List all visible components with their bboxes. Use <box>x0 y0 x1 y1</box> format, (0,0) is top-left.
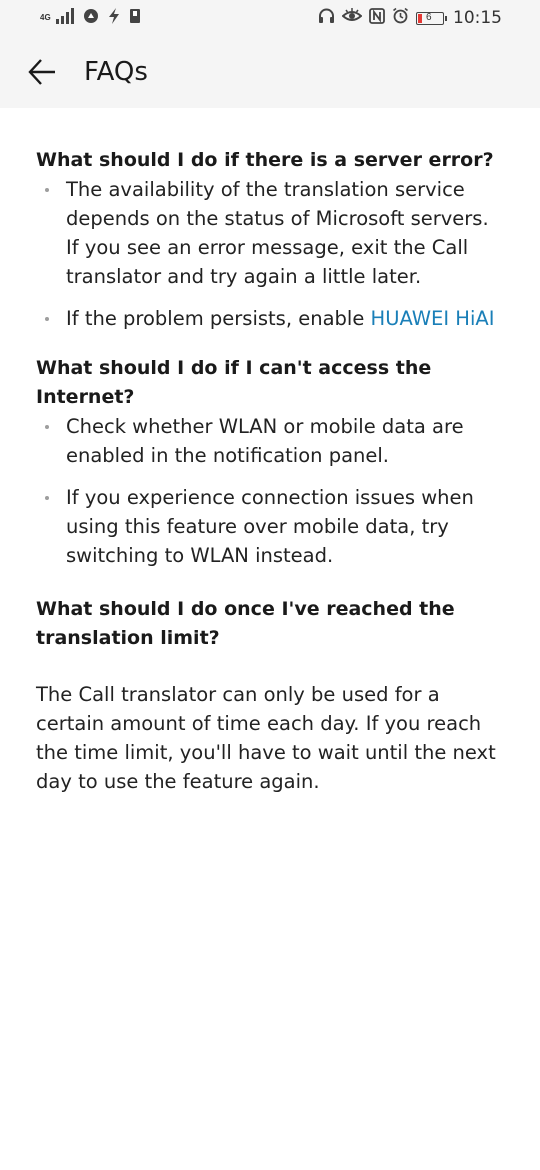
faq-answer-translation-limit: The Call translator can only be used for… <box>36 683 496 793</box>
eye-comfort-icon <box>341 7 363 29</box>
app-bar: FAQs <box>0 36 540 108</box>
bullet-dot <box>45 425 49 429</box>
answer-text: If the problem persists, enable <box>66 307 371 330</box>
wifi-hotspot-icon <box>83 8 99 29</box>
status-bar: 4G 6 10:15 <box>0 0 540 36</box>
bullet-dot <box>45 496 49 500</box>
faq-answer-list-internet: Check whether WLAN or mobile data are en… <box>36 412 506 570</box>
signal-icon <box>55 7 75 29</box>
back-button[interactable] <box>20 50 64 94</box>
bullet-dot <box>45 317 49 321</box>
battery-icon: 6 <box>416 11 447 25</box>
network-type: 4G <box>40 14 51 22</box>
bullet-dot <box>45 188 49 192</box>
nfc-icon <box>369 7 385 29</box>
faq-question-translation-limit: What should I do once I've reached the t… <box>36 598 455 649</box>
faq-question-internet: What should I do if I can't access the I… <box>36 357 432 408</box>
faq-answer-list-server-error: The availability of the translation serv… <box>36 175 506 333</box>
answer-text: Check whether WLAN or mobile data are en… <box>66 415 464 467</box>
huawei-hiai-link[interactable]: HUAWEI HiAI <box>371 307 495 330</box>
list-item: The availability of the translation serv… <box>36 175 506 291</box>
status-time: 10:15 <box>453 8 502 28</box>
page-title: FAQs <box>84 57 148 87</box>
battery-level: 6 <box>426 12 432 23</box>
answer-text: If you experience connection issues when… <box>66 486 474 567</box>
list-item: If the problem persists, enable HUAWEI H… <box>36 304 506 333</box>
arrow-left-icon <box>28 59 55 85</box>
faq-content: What should I do if there is a server er… <box>36 108 506 816</box>
faq-question-server-error: What should I do if there is a server er… <box>36 149 494 171</box>
list-item: Check whether WLAN or mobile data are en… <box>36 412 506 470</box>
headset-icon <box>318 8 335 29</box>
charging-icon <box>107 7 121 29</box>
network-label: 4G <box>40 13 51 22</box>
alarm-icon <box>392 7 409 29</box>
answer-text: The availability of the translation serv… <box>66 178 489 288</box>
sim-icon <box>129 8 141 29</box>
list-item: If you experience connection issues when… <box>36 483 506 570</box>
status-bar-right: 6 10:15 <box>318 7 502 29</box>
status-bar-left: 4G <box>40 7 141 29</box>
battery-fill <box>418 13 422 23</box>
